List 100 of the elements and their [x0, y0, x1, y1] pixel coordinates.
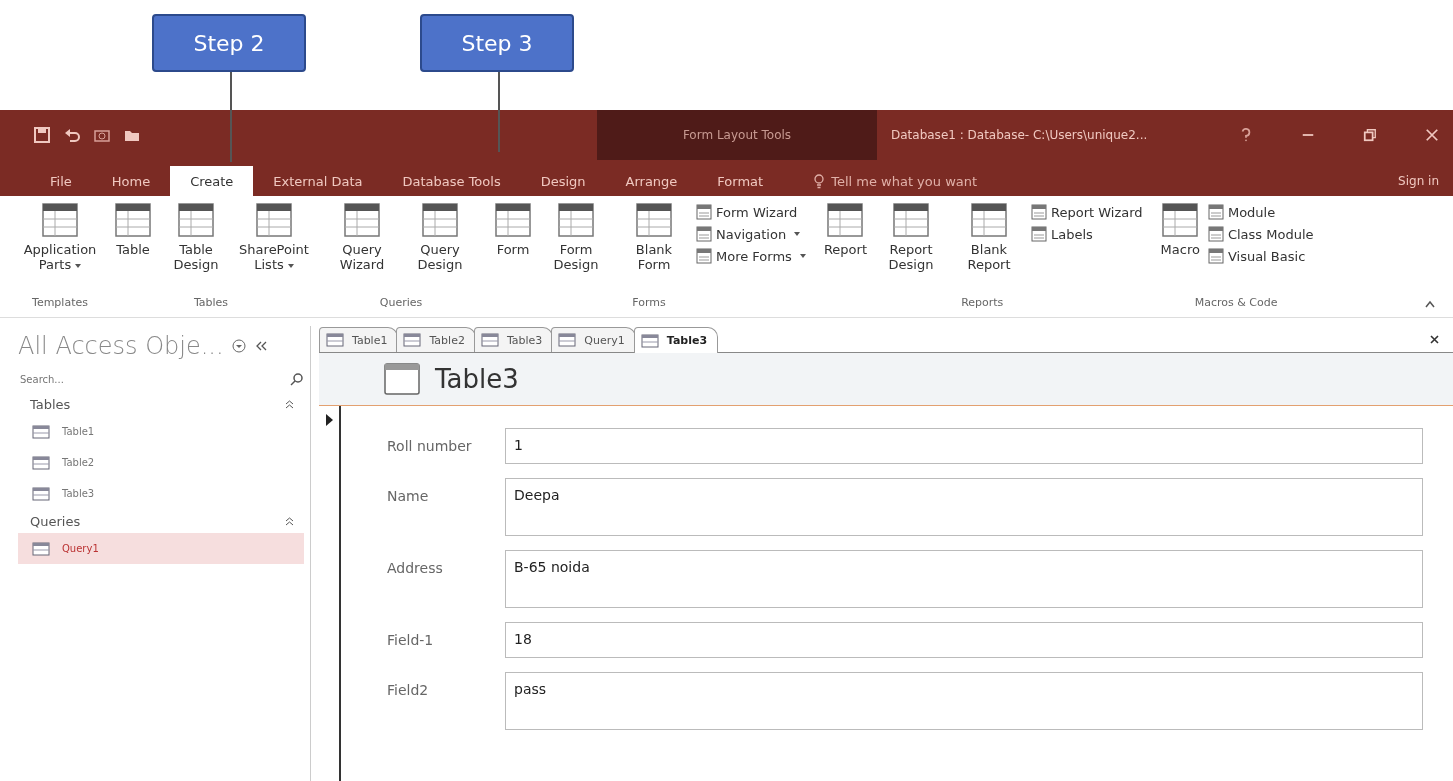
field-label: Name [387, 487, 430, 504]
text-field[interactable]: 1 [505, 428, 1423, 464]
nav-item[interactable]: Table1 [18, 416, 304, 447]
field-label: Roll number [387, 437, 473, 454]
sheet-icon [826, 202, 865, 238]
sheet-icon [1207, 248, 1224, 264]
table-icon [32, 541, 50, 556]
text-field[interactable]: B-65 noida [505, 550, 1423, 608]
undo-icon[interactable] [64, 127, 80, 143]
ribbon-command[interactable]: Blank Report [953, 202, 1025, 296]
sheet-icon [41, 202, 79, 238]
group-label: Queries [379, 296, 423, 309]
chevron-up-icon[interactable] [285, 516, 294, 526]
document-tab[interactable]: Query1 [551, 327, 636, 352]
ribbon-command[interactable]: Labels [1031, 226, 1143, 242]
form-icon [383, 362, 421, 396]
chevron-up-icon[interactable] [285, 399, 294, 409]
table-icon [32, 424, 50, 439]
ribbon-command[interactable]: Report Wizard [1031, 204, 1143, 220]
ribbon-command[interactable]: Form Design [540, 202, 612, 296]
sheet-icon [343, 202, 381, 238]
ribbon-tab[interactable]: Database Tools [382, 166, 521, 196]
sheet-icon [1207, 204, 1224, 220]
help-icon[interactable] [1239, 128, 1253, 142]
group-label: Tables [193, 296, 229, 309]
document-tab[interactable]: Table1 [319, 327, 399, 352]
sheet-icon [494, 202, 532, 238]
dropdown-icon[interactable] [231, 339, 246, 353]
tell-me-field[interactable]: Tell me what you want [813, 166, 978, 196]
table-icon [32, 486, 50, 501]
field-label: Field2 [387, 681, 430, 698]
sheet-icon [1031, 226, 1047, 242]
document-tab[interactable]: Table2 [396, 327, 476, 352]
ribbon-command[interactable]: Query Wizard [326, 202, 398, 296]
sheet-icon [421, 202, 459, 238]
group-header[interactable]: Queries [30, 513, 81, 529]
ribbon-command[interactable]: Report Design [875, 202, 947, 296]
ribbon-command[interactable]: Table Design [160, 202, 232, 296]
restore-icon[interactable] [1363, 128, 1377, 142]
ribbon-tab[interactable]: Format [697, 166, 784, 196]
search-icon [290, 372, 304, 386]
record-pointer-icon [325, 414, 333, 426]
step-callout: Step 3 [420, 14, 574, 72]
table-icon [640, 333, 659, 348]
sheet-icon [114, 202, 152, 238]
table-icon [403, 333, 422, 347]
ribbon-command[interactable]: Class Module [1207, 226, 1314, 242]
search-field[interactable]: Search... [18, 372, 290, 386]
nav-item[interactable]: Table2 [18, 447, 304, 478]
ribbon-tab[interactable]: File [30, 166, 92, 196]
ribbon-command[interactable]: Table [112, 202, 154, 296]
field-label: Field-1 [387, 631, 435, 648]
text-field[interactable]: pass [505, 672, 1423, 730]
ribbon-command[interactable]: Form [492, 202, 534, 296]
group-label: Forms [632, 296, 666, 309]
ribbon-tab[interactable]: Create [170, 166, 254, 196]
contextual-tab-title: Form Layout Tools [597, 110, 877, 160]
ribbon-tab[interactable]: Design [520, 166, 606, 196]
table-icon [32, 455, 50, 470]
ribbon-tab[interactable]: Arrange [605, 166, 698, 196]
ribbon-command[interactable]: Report [821, 202, 869, 296]
ribbon-command[interactable]: Application Parts [24, 202, 96, 296]
sheet-icon [892, 202, 930, 238]
table-icon [558, 333, 577, 347]
ribbon-command[interactable]: Visual Basic [1207, 248, 1314, 264]
lightbulb-icon [813, 173, 826, 189]
save-icon[interactable] [34, 127, 50, 143]
text-field[interactable]: 18 [505, 622, 1423, 658]
ribbon-command[interactable]: Form Wizard [696, 204, 806, 220]
sign-in-link[interactable]: Sign in [1398, 166, 1439, 196]
ribbon-tab[interactable]: Home [91, 166, 171, 196]
group-label: Templates [32, 296, 88, 309]
ribbon-tab[interactable]: External Data [253, 166, 383, 196]
ribbon-command[interactable]: Module [1207, 204, 1314, 220]
chevron-up-icon [1425, 300, 1435, 308]
text-field[interactable]: Deepa [505, 478, 1423, 536]
close-icon[interactable] [1430, 334, 1439, 344]
ribbon-command[interactable]: Query Design [404, 202, 476, 296]
sheet-icon [696, 248, 712, 264]
sheet-icon [970, 202, 1008, 238]
camera-icon[interactable] [94, 127, 110, 143]
group-label: Reports [961, 296, 1004, 309]
sheet-icon [1161, 202, 1200, 238]
ribbon-command[interactable]: Blank Form [618, 202, 690, 296]
ribbon-command[interactable]: Navigation [696, 226, 806, 242]
sheet-icon [635, 202, 673, 238]
ribbon-command[interactable]: Macro [1158, 202, 1202, 296]
ribbon-command[interactable]: More Forms [696, 248, 806, 264]
nav-item[interactable]: Query1 [18, 533, 304, 564]
document-tab[interactable]: Table3 [633, 327, 719, 353]
sheet-icon [1031, 204, 1047, 220]
sheet-icon [255, 202, 293, 238]
nav-item[interactable]: Table3 [18, 478, 304, 509]
group-header[interactable]: Tables [30, 396, 71, 412]
group-label: Macros & Code [1194, 296, 1278, 309]
document-tab[interactable]: Table3 [473, 327, 554, 352]
sheet-icon [557, 202, 595, 238]
sheet-icon [696, 226, 712, 242]
table-icon [480, 333, 499, 347]
ribbon-command[interactable]: SharePoint Lists [238, 202, 310, 296]
